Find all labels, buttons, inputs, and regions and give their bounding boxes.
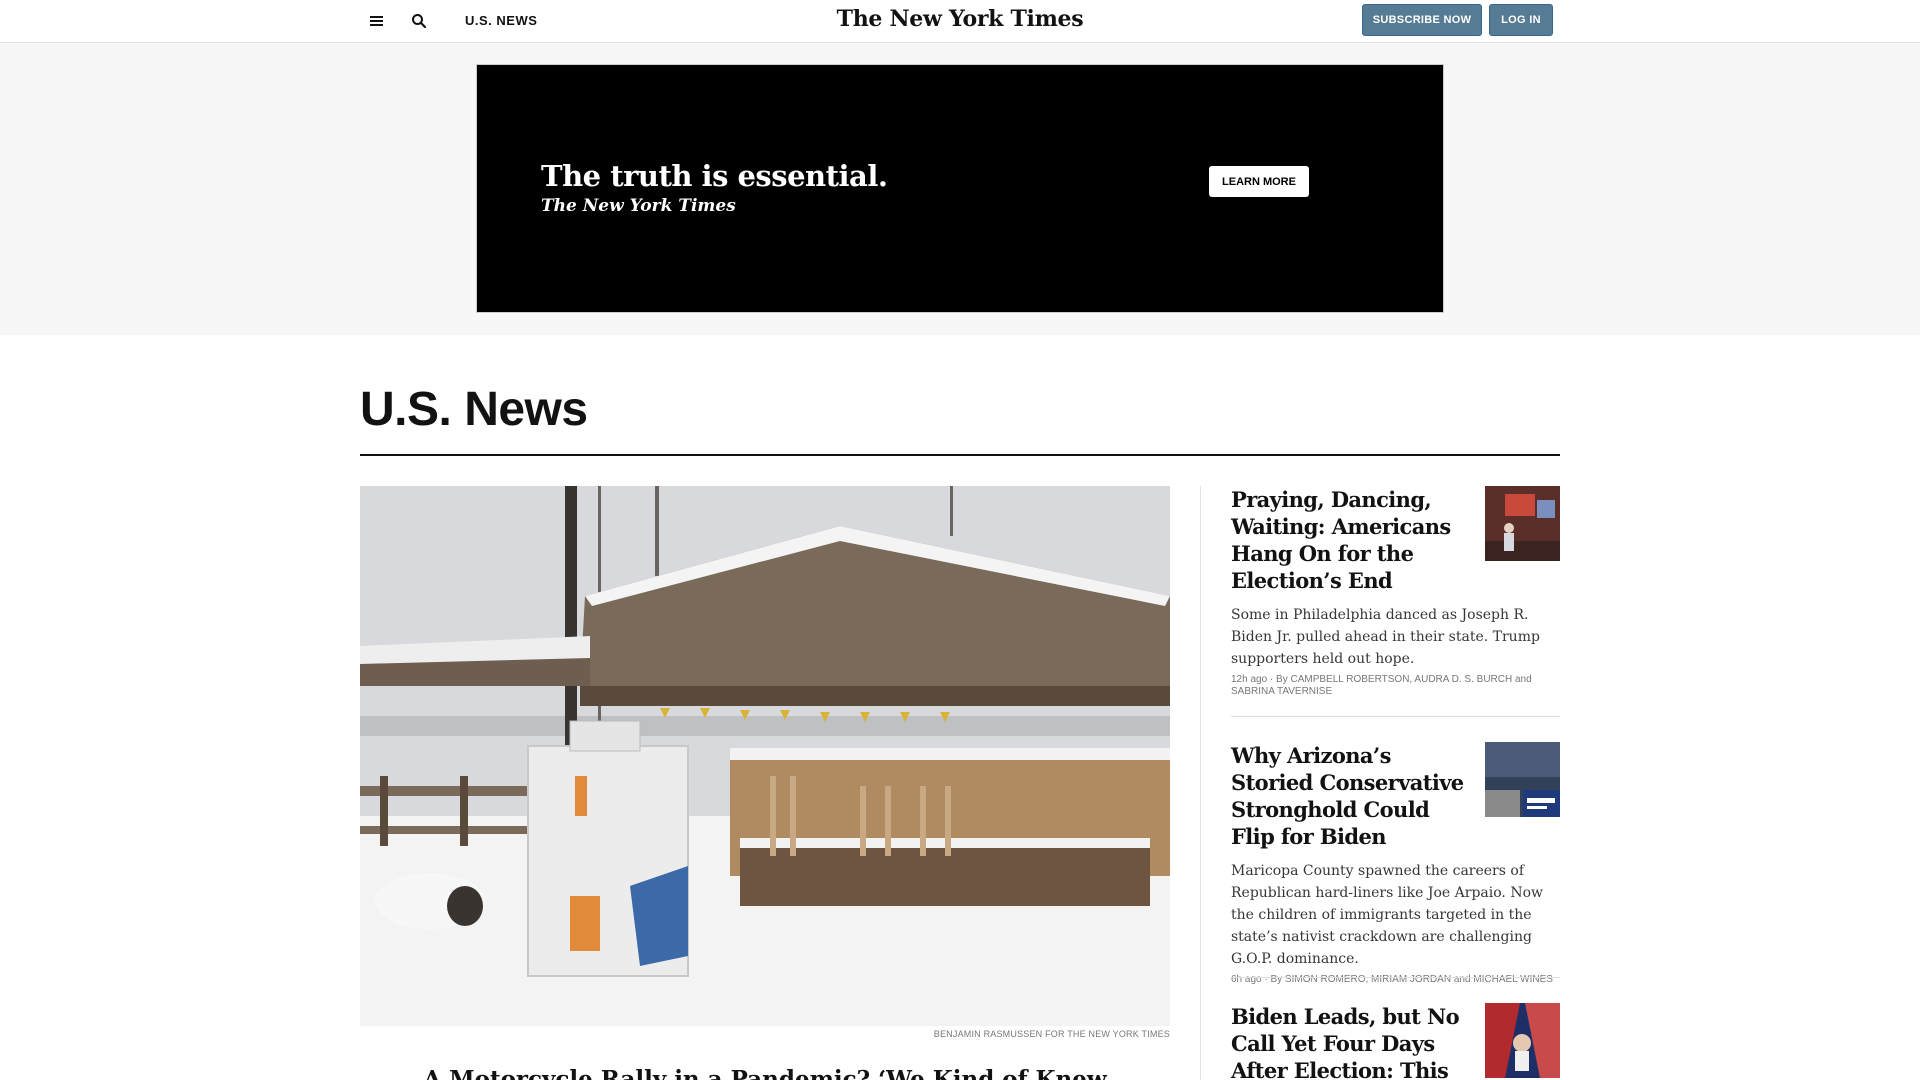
lead-story-image[interactable]: [360, 486, 1170, 1026]
story-byline: By SIMON ROMERO, MIRIAM JORDAN and MICHA…: [1270, 974, 1553, 985]
advertisement-banner[interactable]: The truth is essential. The New York Tim…: [476, 64, 1444, 313]
photo-credit: BENJAMIN RASMUSSEN FOR THE NEW YORK TIME…: [933, 1029, 1170, 1039]
story-summary: Some in Philadelphia danced as Joseph R.…: [1231, 607, 1540, 667]
story-summary: Maricopa County spawned the careers of R…: [1231, 863, 1543, 967]
lead-story-headline[interactable]: A Motorcycle Rally in a Pandemic? ‘We Ki…: [360, 1066, 1170, 1080]
story-thumbnail[interactable]: [1485, 1003, 1560, 1078]
story-headline[interactable]: Why Arizona’s Storied Conservative Stron…: [1231, 742, 1476, 850]
ad-headline: The truth is essential.: [541, 159, 888, 193]
subscribe-now-button[interactable]: SUBSCRIBE NOW: [1362, 4, 1482, 36]
top-navigation-bar: U.S. NEWS The New York Times SUBSCRIBE N…: [0, 0, 1920, 43]
story-meta: 12h ago · By CAMPBELL ROBERTSON, AUDRA D…: [1231, 674, 1532, 697]
story-byline: By CAMPBELL ROBERTSON, AUDRA D. S. BURCH…: [1231, 674, 1532, 697]
story-headline[interactable]: Biden Leads, but No Call Yet Four Days A…: [1231, 1003, 1476, 1080]
story-item[interactable]: Praying, Dancing, Waiting: Americans Han…: [1231, 486, 1560, 698]
learn-more-button[interactable]: LEARN MORE: [1209, 166, 1309, 197]
ad-nyt-logo: The New York Times: [541, 196, 736, 216]
story-thumbnail[interactable]: [1485, 486, 1560, 561]
story-timestamp: 12h ago: [1231, 674, 1268, 685]
story-timestamp: 6h ago: [1231, 974, 1262, 985]
nyt-logo[interactable]: The New York Times: [0, 6, 1920, 32]
story-thumbnail[interactable]: [1485, 742, 1560, 817]
story-headline[interactable]: Praying, Dancing, Waiting: Americans Han…: [1231, 486, 1476, 594]
log-in-button[interactable]: LOG IN: [1489, 4, 1553, 36]
title-divider: [360, 454, 1560, 456]
page-title: U.S. News: [360, 383, 588, 436]
story-divider: [1231, 977, 1560, 978]
story-divider: [1231, 716, 1560, 717]
ad-band: The truth is essential. The New York Tim…: [0, 43, 1920, 335]
story-item[interactable]: Biden Leads, but No Call Yet Four Days A…: [1231, 1003, 1560, 1080]
story-item[interactable]: Why Arizona’s Storied Conservative Stron…: [1231, 742, 1560, 986]
column-divider: [1200, 486, 1201, 1080]
story-meta: 6h ago · By SIMON ROMERO, MIRIAM JORDAN …: [1231, 974, 1553, 985]
